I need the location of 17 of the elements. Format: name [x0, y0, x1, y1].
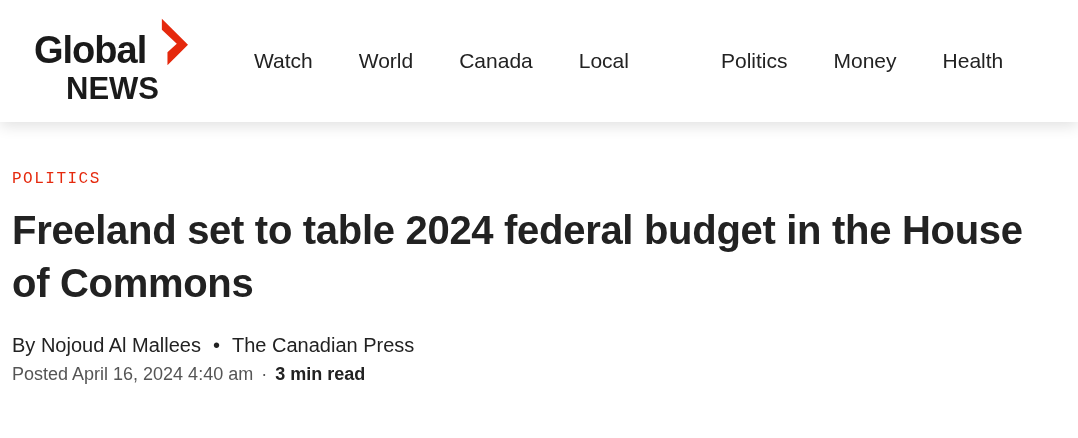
headline: Freeland set to table 2024 federal budget in the House of Commons: [12, 207, 1024, 307]
global-news-logo[interactable]: Global NEWS: [34, 21, 184, 101]
separator: •: [213, 334, 220, 357]
nav-link[interactable]: Canada: [459, 49, 533, 73]
chevron-icon: [160, 18, 188, 66]
read-time: 3 min read: [275, 364, 366, 385]
nav-link[interactable]: Health: [942, 49, 1004, 73]
author-name[interactable]: By Nojoud Al Mallees: [12, 334, 201, 357]
category-label[interactable]: POLITICS: [12, 170, 1066, 188]
posted-date: Posted April 16, 2024 4:40 am: [12, 364, 254, 385]
nav-link[interactable]: Local: [578, 49, 629, 73]
nav-link[interactable]: Watch: [254, 49, 313, 73]
source-name: The Canadian Press: [232, 334, 415, 357]
nav-link[interactable]: World: [358, 49, 414, 73]
nav-link[interactable]: Politics: [720, 49, 788, 73]
nav-link[interactable]: Money: [833, 49, 897, 73]
separator: ·: [261, 364, 268, 385]
